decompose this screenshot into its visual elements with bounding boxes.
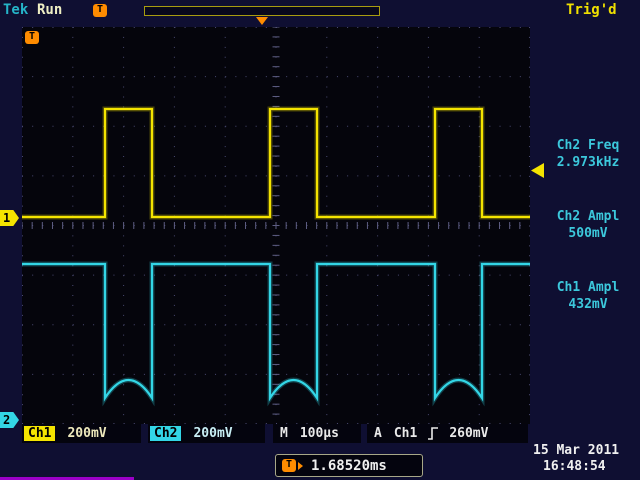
trigger-delay-value: 1.68520ms (311, 458, 387, 474)
ch1-scale-value: 200mV (67, 426, 106, 441)
ch1-badge: Ch1 (24, 426, 55, 441)
timebase-box: M 100µs (273, 424, 361, 443)
trigger-t-badge-top: T (93, 4, 107, 17)
measurement-value: 432mV (538, 296, 638, 313)
measurement-panel: Ch2 Freq 2.973kHz Ch2 Ampl 500mV Ch1 Amp… (538, 137, 638, 350)
ch2-scale-box: Ch2 200mV (148, 424, 265, 443)
trigger-t-badge-graticule: T (25, 31, 39, 44)
ch2-position-marker: 2 (0, 412, 19, 428)
trigger-delay-box: T 1.68520ms (275, 454, 423, 477)
date-value: 15 Mar 2011 (533, 443, 619, 459)
trigger-source: Ch1 (394, 426, 417, 441)
trigger-t-badge-delay: T (282, 459, 296, 472)
measurement-ch2-ampl: Ch2 Ampl 500mV (538, 208, 638, 242)
ch2-scale-value: 200mV (193, 426, 232, 441)
ch1-scale-box: Ch1 200mV (22, 424, 141, 443)
status-bar: Ch1 200mV Ch2 200mV M 100µs A Ch1 260mV (22, 424, 528, 443)
measurement-label: Ch1 Ampl (538, 279, 638, 296)
ch1-position-marker: 1 (0, 210, 19, 226)
timebase-label: M (280, 426, 288, 441)
rising-edge-icon (427, 426, 439, 441)
trigger-level-value: 260mV (449, 426, 488, 441)
measurement-label: Ch2 Freq (538, 137, 638, 154)
measurement-value: 2.973kHz (538, 154, 638, 171)
datetime-readout: 15 Mar 2011 16:48:54 (533, 443, 619, 475)
trigger-delay-arrow-icon (298, 462, 303, 470)
tek-logo: Tek (3, 2, 28, 18)
record-view-bar (144, 6, 380, 16)
timebase-value: 100µs (300, 426, 339, 441)
graticule-display: T (22, 27, 530, 424)
trigger-position-marker-icon (256, 17, 268, 25)
time-value: 16:48:54 (543, 459, 619, 475)
measurement-value: 500mV (538, 225, 638, 242)
trigger-mode-label: A (374, 426, 382, 441)
waveform-plot (22, 27, 530, 424)
ch2-badge: Ch2 (150, 426, 181, 441)
acquisition-status: Run (37, 2, 62, 18)
measurement-ch1-ampl: Ch1 Ampl 432mV (538, 279, 638, 313)
trigger-box: A Ch1 260mV (367, 424, 528, 443)
oscilloscope-screen: Tek Run T Trig'd T 1 2 Ch2 Freq 2.973kHz… (0, 0, 640, 480)
measurement-label: Ch2 Ampl (538, 208, 638, 225)
trigger-status: Trig'd (566, 2, 617, 18)
measurement-ch2-freq: Ch2 Freq 2.973kHz (538, 137, 638, 171)
